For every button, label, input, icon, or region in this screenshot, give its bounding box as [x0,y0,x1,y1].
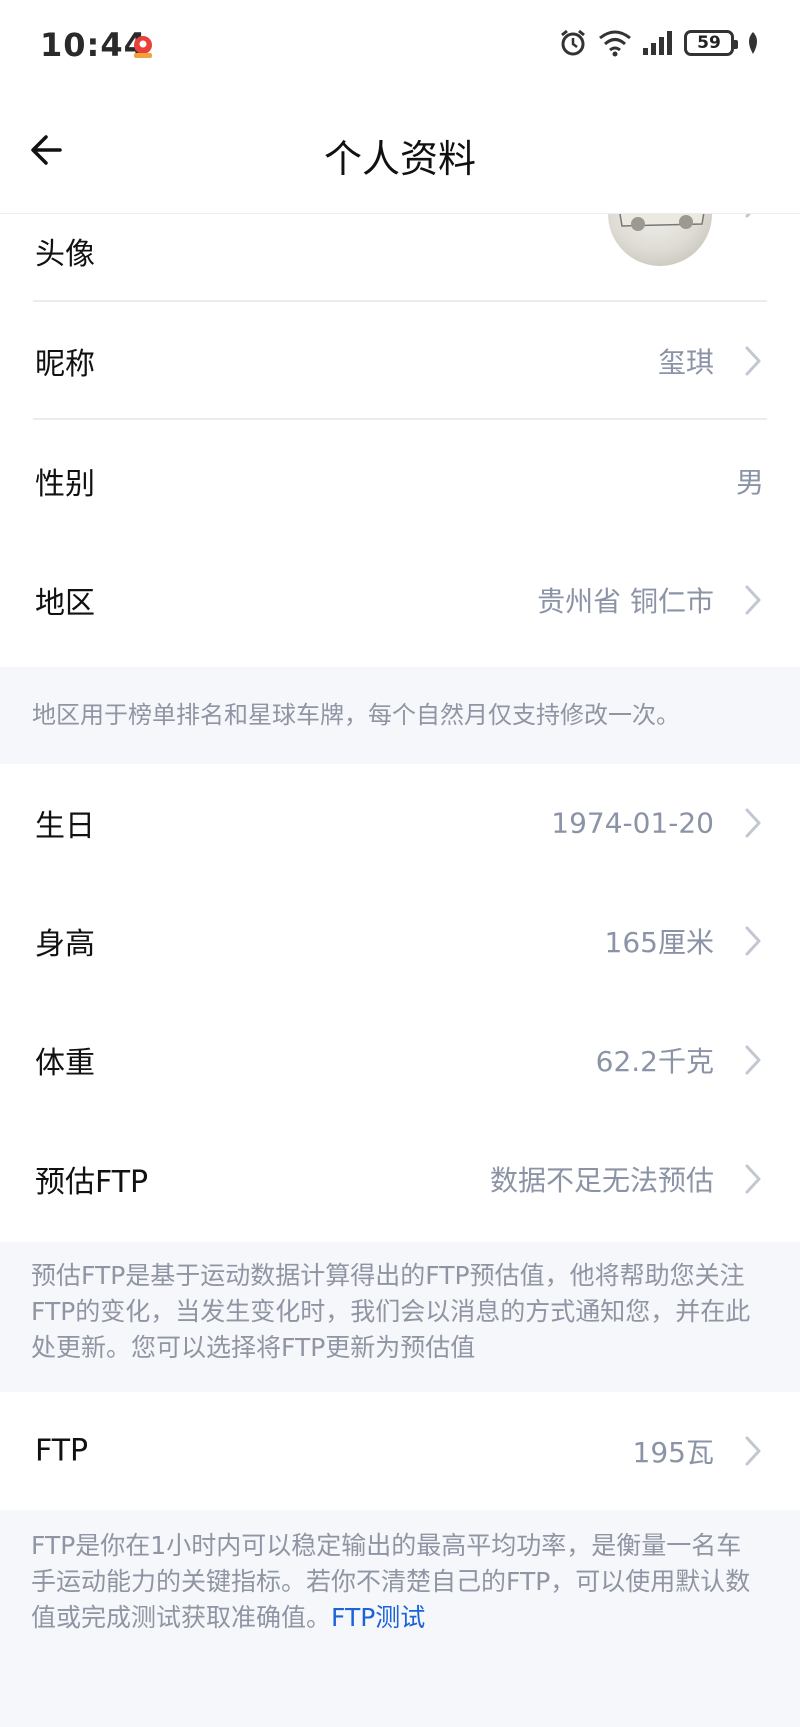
status-bar: 10:44 59 [0,0,800,92]
battery-level: 59 [697,33,721,53]
battery-icon: 59 [684,30,738,56]
height-value: 165厘米 [604,926,714,959]
chevron-right-icon [745,585,761,615]
page-title: 个人资料 [323,137,476,181]
leaf-icon [749,32,757,54]
region-value: 贵州省 铜仁市 [537,585,714,618]
ftp-value: 195瓦 [632,1436,714,1469]
app-header: 个人资料 [0,92,800,214]
alarm-icon [561,29,585,56]
estimated-ftp-row[interactable]: 预估FTP 数据不足无法预估 [0,1120,800,1238]
car-sketch-image [619,214,705,231]
gender-value: 男 [735,466,764,499]
birthday-value: 1974-01-20 [551,806,714,840]
region-label: 地区 [35,586,95,621]
avatar [608,214,712,266]
estimated-ftp-note-text: 预估FTP是基于运动数据计算得出的FTP预估值，他将帮助您关注FTP的变化，当发… [31,1261,751,1362]
height-row[interactable]: 身高 165厘米 [0,882,800,1000]
nickname-value: 玺琪 [657,346,714,379]
chevron-right-icon [745,808,761,838]
avatar-row[interactable]: 头像 [0,214,800,302]
estimated-ftp-label: 预估FTP [35,1165,149,1200]
chevron-right-icon [745,926,761,956]
wifi-icon [599,30,631,57]
ftp-label: FTP [35,1433,89,1469]
chevron-right-icon [745,214,752,218]
ftp-note: FTP是你在1小时内可以稳定输出的最高平均功率，是衡量一名车手运动能力的关键指标… [0,1510,800,1727]
birthday-label: 生日 [35,809,95,844]
nickname-label: 昵称 [35,347,95,382]
estimated-ftp-note: 预估FTP是基于运动数据计算得出的FTP预估值，他将帮助您关注FTP的变化，当发… [0,1242,800,1392]
divider [33,418,767,420]
ftp-row[interactable]: FTP 195瓦 [0,1392,800,1510]
weight-value: 62.2千克 [595,1045,714,1078]
signal-icon [643,31,672,55]
region-note: 地区用于榜单排名和星球车牌，每个自然月仅支持修改一次。 [0,667,800,764]
gender-label: 性别 [35,467,95,502]
ftp-test-link[interactable]: FTP测试 [331,1603,425,1632]
weight-row[interactable]: 体重 62.2千克 [0,1001,800,1119]
chevron-right-icon [745,346,761,376]
ftp-note-text: FTP是你在1小时内可以稳定输出的最高平均功率，是衡量一名车手运动能力的关键指标… [31,1528,766,1636]
birthday-row[interactable]: 生日 1974-01-20 [0,764,800,882]
region-note-text: 地区用于榜单排名和星球车牌，每个自然月仅支持修改一次。 [32,701,680,729]
region-row[interactable]: 地区 贵州省 铜仁市 [0,541,800,659]
gender-row: 性别 男 [0,422,800,540]
chevron-right-icon [745,1436,761,1466]
nickname-row[interactable]: 昵称 玺琪 [0,302,800,420]
profile-list[interactable]: 头像 昵称 玺琪 性别 男 地区 贵州省 铜仁市 地区用于榜单排名和星球车牌，每… [0,214,800,1727]
estimated-ftp-value: 数据不足无法预估 [489,1164,714,1197]
avatar-label: 头像 [35,236,95,272]
map-pin-app-icon [134,36,152,58]
weight-label: 体重 [35,1046,95,1081]
chevron-right-icon [745,1164,761,1194]
height-label: 身高 [35,927,95,962]
chevron-right-icon [745,1045,761,1075]
status-icons: 59 [558,28,762,58]
